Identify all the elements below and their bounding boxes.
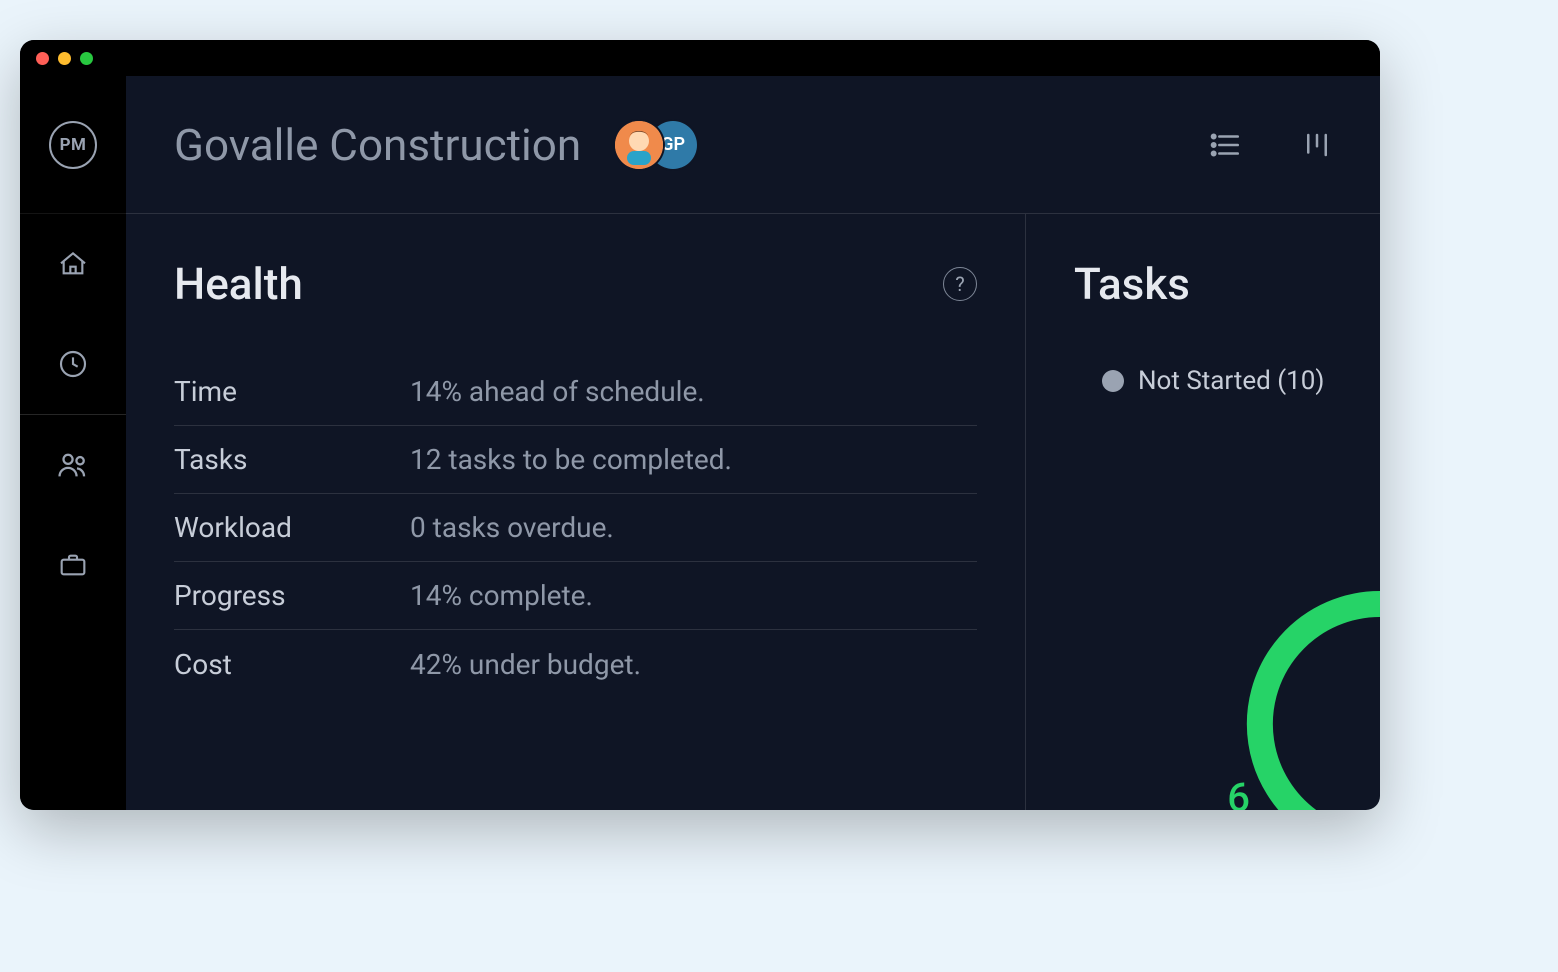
- help-icon: ?: [955, 272, 964, 296]
- home-icon: [57, 248, 89, 280]
- board-view-button[interactable]: [1302, 130, 1332, 160]
- board-icon: [1302, 130, 1332, 160]
- window-minimize-button[interactable]: [58, 52, 71, 65]
- metric-label: Progress: [174, 579, 410, 612]
- health-panel: Health ? Time 14% ahead of schedule. Tas…: [126, 214, 1026, 810]
- tasks-donut-count: 6: [1227, 774, 1250, 810]
- list-icon: [1208, 128, 1242, 162]
- content-area: Govalle Construction GP: [126, 76, 1380, 810]
- sidebar-item-time[interactable]: [20, 314, 126, 414]
- metric-value: 12 tasks to be completed.: [410, 443, 732, 476]
- people-icon: [56, 448, 90, 482]
- metric-value: 14% complete.: [410, 579, 593, 612]
- topbar: Govalle Construction GP: [126, 76, 1380, 214]
- logo-badge: PM: [49, 121, 97, 169]
- legend-dot-icon: [1102, 370, 1124, 392]
- window-close-button[interactable]: [36, 52, 49, 65]
- legend-label: Not Started (10): [1138, 366, 1324, 396]
- metric-label: Cost: [174, 648, 410, 681]
- assignee-avatars[interactable]: GP: [615, 121, 697, 169]
- window-titlebar: [20, 40, 1380, 76]
- health-title: Health: [174, 258, 303, 310]
- health-panel-header: Health ?: [174, 258, 977, 310]
- sidebar: PM: [20, 76, 126, 810]
- tasks-title: Tasks: [1074, 258, 1380, 310]
- app-body: PM: [20, 76, 1380, 810]
- metric-value: 0 tasks overdue.: [410, 511, 614, 544]
- panels: Health ? Time 14% ahead of schedule. Tas…: [126, 214, 1380, 810]
- metric-value: 14% ahead of schedule.: [410, 375, 705, 408]
- app-window: PM: [20, 40, 1380, 810]
- metric-row-workload: Workload 0 tasks overdue.: [174, 494, 977, 562]
- sidebar-item-team[interactable]: [20, 415, 126, 515]
- metric-label: Workload: [174, 511, 410, 544]
- metric-row-progress: Progress 14% complete.: [174, 562, 977, 630]
- avatar-initials: GP: [661, 134, 685, 155]
- logo-text: PM: [60, 135, 87, 155]
- metric-label: Time: [174, 375, 410, 408]
- list-view-button[interactable]: [1208, 128, 1242, 162]
- tasks-legend-item[interactable]: Not Started (10): [1102, 366, 1380, 396]
- metric-row-time: Time 14% ahead of schedule.: [174, 358, 977, 426]
- metric-label: Tasks: [174, 443, 410, 476]
- app-logo[interactable]: PM: [20, 76, 126, 214]
- metric-row-cost: Cost 42% under budget.: [174, 630, 977, 698]
- avatar-user-1[interactable]: [615, 121, 663, 169]
- window-zoom-button[interactable]: [80, 52, 93, 65]
- sidebar-item-home[interactable]: [20, 214, 126, 314]
- metric-value: 42% under budget.: [410, 648, 641, 681]
- metric-row-tasks: Tasks 12 tasks to be completed.: [174, 426, 977, 494]
- briefcase-icon: [57, 549, 89, 581]
- avatar-illustration-icon: [615, 121, 663, 169]
- sidebar-item-projects[interactable]: [20, 515, 126, 615]
- health-help-button[interactable]: ?: [943, 267, 977, 301]
- top-actions: [1208, 128, 1332, 162]
- project-title: Govalle Construction: [174, 119, 581, 171]
- clock-icon: [57, 348, 89, 380]
- tasks-panel: Tasks Not Started (10): [1026, 214, 1380, 810]
